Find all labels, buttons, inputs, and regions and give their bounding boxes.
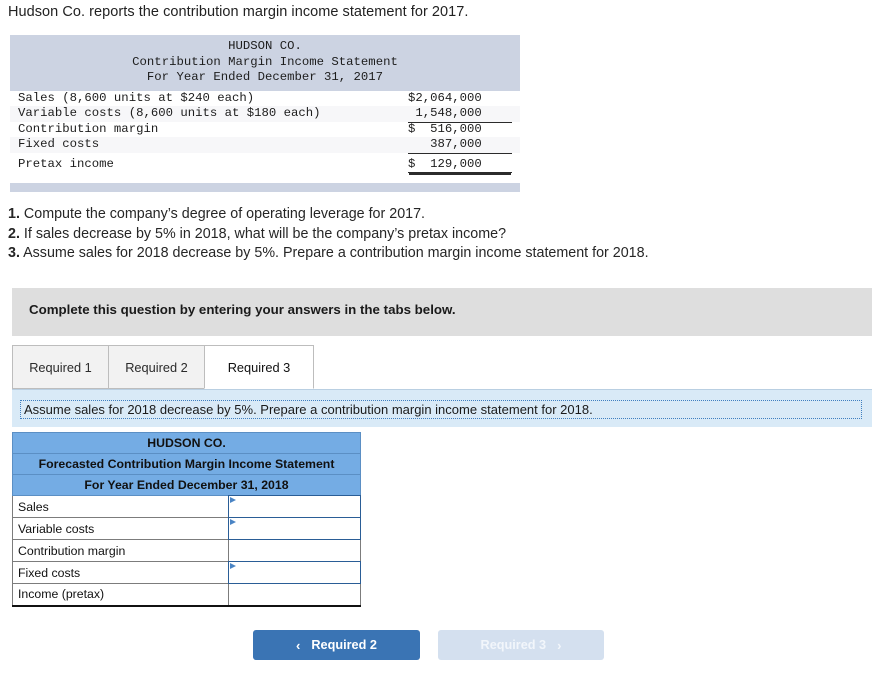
previous-required-label: Required 2	[311, 638, 377, 652]
table-row: Variable costs	[11, 517, 362, 540]
table-row: Income (pretax)	[11, 583, 361, 607]
tab-required-3[interactable]: Required 3	[204, 345, 314, 389]
row-value-variable-costs-cell[interactable]	[228, 517, 362, 540]
statement-row: Variable costs (8,600 units at $180 each…	[10, 106, 520, 123]
requirement-number: 1.	[8, 206, 20, 222]
table-header-row: For Year Ended December 31, 2018	[12, 474, 361, 496]
active-tab-prompt-box: Assume sales for 2018 decrease by 5%. Pr…	[20, 400, 862, 419]
instruction-banner: Complete this question by entering your …	[12, 288, 872, 336]
statement-row-label: Contribution margin	[18, 121, 159, 136]
chevron-left-icon: ‹	[296, 637, 301, 653]
table-header-type: Forecasted Contribution Margin Income St…	[12, 453, 361, 475]
instruction-banner-text: Complete this question by entering your …	[29, 302, 456, 317]
statement-row-label: Variable costs (8,600 units at $180 each…	[18, 106, 321, 120]
row-label-fixed-costs: Fixed costs	[11, 561, 230, 584]
forecast-answer-table: HUDSON CO. Forecasted Contribution Margi…	[11, 432, 362, 607]
chevron-right-icon: ›	[557, 637, 562, 653]
statement-rows: Sales (8,600 units at $240 each) $2,064,…	[10, 90, 520, 173]
tab-required-2[interactable]: Required 2	[108, 345, 205, 389]
requirement-number: 2.	[8, 225, 20, 242]
table-header-period: For Year Ended December 31, 2018	[12, 474, 361, 496]
statement-row-amount-value: 1,548,000	[408, 106, 512, 123]
next-required-button[interactable]: Required 3 ›	[438, 630, 604, 660]
active-tab-prompt-banner: Assume sales for 2018 decrease by 5%. Pr…	[12, 389, 872, 427]
requirements-list: 1. Compute the company’s degree of opera…	[8, 205, 649, 264]
row-label-contribution-margin: Contribution margin	[11, 539, 230, 562]
table-row: Sales	[11, 495, 362, 518]
tab-strip: Required 1 Required 2 Required 3	[12, 345, 872, 391]
tab-label: Required 1	[29, 359, 92, 375]
next-required-label: Required 3	[480, 638, 547, 652]
active-tab-prompt-text: Assume sales for 2018 decrease by 5%. Pr…	[24, 402, 593, 417]
statement-row-label: Fixed costs	[18, 137, 100, 151]
tab-label: Required 2	[125, 359, 188, 375]
statement-row-amount-value: $2,064,000	[408, 90, 482, 105]
tab-label: Required 3	[227, 359, 291, 375]
row-value-sales-cell[interactable]	[228, 495, 362, 518]
statement-row-amount: $ 129,000	[408, 157, 520, 173]
requirement-text: Compute the company’s degree of operatin…	[23, 206, 426, 222]
statement-row: Sales (8,600 units at $240 each) $2,064,…	[10, 90, 520, 107]
statement-row-label: Sales (8,600 units at $240 each)	[18, 90, 255, 105]
statement-footer-bar	[10, 183, 520, 192]
statement-title-type: Contribution Margin Income Statement	[132, 54, 398, 69]
statement-row-amount-value: $ 129,000	[408, 157, 512, 173]
question-page: Hudson Co. reports the contribution marg…	[0, 0, 883, 687]
table-header-company: HUDSON CO.	[12, 432, 361, 454]
statement-row-amount: $ 516,000	[408, 122, 520, 138]
requirement-text: Assume sales for 2018 decrease by 5%. Pr…	[23, 245, 649, 261]
fixed-costs-input[interactable]	[228, 561, 362, 584]
sales-input[interactable]	[228, 495, 362, 518]
statement-row: Pretax income $ 129,000	[10, 156, 520, 173]
row-label-income-pretax: Income (pretax)	[11, 583, 230, 607]
statement-row-amount: 1,548,000	[408, 106, 520, 123]
statement-title-company: HUDSON CO.	[228, 39, 302, 53]
statement-row: Fixed costs 387,000	[10, 137, 520, 154]
statement-title-period: For Year Ended December 31, 2017	[146, 70, 384, 84]
requirement-item-3: 3. Assume sales for 2018 decrease by 5%.…	[8, 244, 649, 264]
previous-required-button[interactable]: ‹ Required 2	[253, 630, 420, 660]
requirement-item-2: 2. If sales decrease by 5% in 2018, what…	[8, 225, 649, 245]
table-header-row: HUDSON CO.	[12, 432, 361, 454]
row-label-sales: Sales	[11, 495, 230, 518]
variable-costs-input[interactable]	[228, 517, 362, 540]
statement-row: Contribution margin $ 516,000	[10, 121, 520, 138]
requirement-text: If sales decrease by 5% in 2018, what wi…	[23, 225, 507, 242]
row-value-fixed-costs-cell[interactable]	[228, 561, 362, 584]
statement-row-amount-value: $ 516,000	[408, 121, 482, 136]
row-label-variable-costs: Variable costs	[11, 517, 230, 540]
income-statement-2017: HUDSON CO. Contribution Margin Income St…	[10, 35, 520, 192]
statement-header: HUDSON CO. Contribution Margin Income St…	[10, 35, 520, 91]
statement-row-amount: $2,064,000	[408, 91, 520, 107]
statement-row-amount: 387,000	[408, 137, 520, 154]
table-header-row: Forecasted Contribution Margin Income St…	[12, 453, 361, 475]
table-row: Fixed costs	[11, 561, 362, 584]
intro-text: Hudson Co. reports the contribution marg…	[8, 4, 469, 20]
statement-row-label: Pretax income	[18, 156, 114, 171]
row-value-income-pretax	[228, 583, 361, 607]
row-value-contribution-margin	[228, 539, 361, 562]
requirement-number: 3.	[8, 245, 20, 261]
requirement-item-1: 1. Compute the company’s degree of opera…	[8, 205, 649, 225]
table-row: Contribution margin	[11, 539, 361, 562]
tab-required-1[interactable]: Required 1	[12, 345, 109, 389]
statement-row-amount-value: 387,000	[408, 137, 512, 154]
